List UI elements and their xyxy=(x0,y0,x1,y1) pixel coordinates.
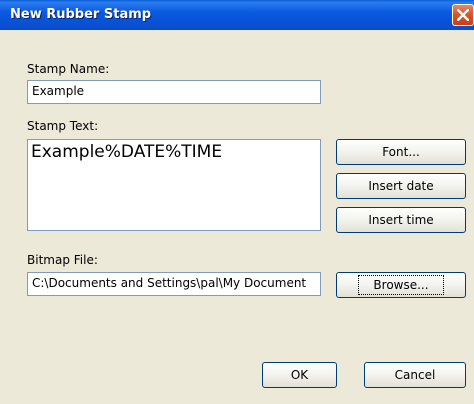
title-bar[interactable]: New Rubber Stamp xyxy=(0,0,474,30)
stamp-text-label: Stamp Text: xyxy=(27,119,99,133)
ok-button[interactable]: OK xyxy=(262,362,337,388)
insert-time-button[interactable]: Insert time xyxy=(336,207,466,233)
font-button[interactable]: Font... xyxy=(336,139,466,165)
cancel-button[interactable]: Cancel xyxy=(364,362,466,388)
bitmap-file-input[interactable]: C:\Documents and Settings\pal\My Documen… xyxy=(27,272,321,296)
close-button[interactable] xyxy=(452,4,474,26)
close-icon xyxy=(457,9,469,21)
insert-date-button[interactable]: Insert date xyxy=(336,173,466,199)
bitmap-file-label: Bitmap File: xyxy=(27,253,98,267)
browse-button-label: Browse... xyxy=(358,275,444,295)
browse-button[interactable]: Browse... xyxy=(336,272,466,298)
stamp-name-input[interactable]: Example xyxy=(27,80,321,104)
stamp-text-textarea[interactable]: Example%DATE%TIME xyxy=(27,139,321,231)
window-title: New Rubber Stamp xyxy=(10,7,152,22)
stamp-name-label: Stamp Name: xyxy=(27,62,110,76)
new-rubber-stamp-dialog: New Rubber Stamp Stamp Name: Example Sta… xyxy=(0,0,474,404)
